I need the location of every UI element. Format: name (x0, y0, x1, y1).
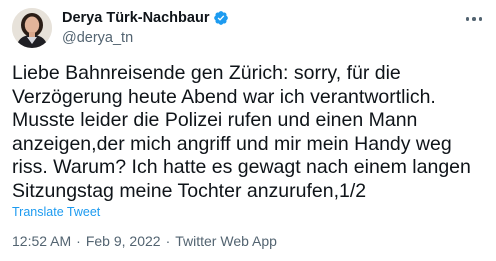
avatar-image (12, 8, 52, 48)
meta-separator: · (165, 233, 171, 249)
tweet-text-line: anzeigen,der mich angriff und mir mein H… (12, 132, 452, 155)
tweet-date[interactable]: Feb 9, 2022 (86, 233, 161, 249)
tweet: Derya Türk-Nachbaur @derya_tn Liebe Bahn… (0, 0, 496, 261)
avatar[interactable] (12, 8, 52, 48)
display-name[interactable]: Derya Türk-Nachbaur (62, 10, 209, 26)
more-options-icon[interactable] (462, 10, 486, 28)
tweet-metadata: 12:52 AM · Feb 9, 2022 · Twitter Web App (12, 233, 277, 249)
tweet-text-line: Sitzungstag meine Tochter anzurufen,1/2 (12, 179, 367, 202)
tweet-text: Liebe Bahnreisende gen Zürich: sorry, fü… (12, 62, 486, 204)
more-dot (472, 17, 476, 21)
verified-badge-icon (213, 10, 229, 26)
translate-tweet-link[interactable]: Translate Tweet (12, 205, 100, 219)
author-info: Derya Türk-Nachbaur @derya_tn (62, 9, 229, 46)
more-dot (465, 17, 470, 21)
name-row: Derya Türk-Nachbaur (62, 9, 229, 27)
tweet-text-line: Verzögerung heute Abend war ich verantwo… (12, 85, 436, 108)
tweet-text-line: Liebe Bahnreisende gen Zürich: sorry, fü… (12, 62, 401, 84)
tweet-text-line: riss. Warum? Ich hatte es gewagt nach ei… (12, 156, 471, 179)
tweet-text-line: Musste leider die Polizei rufen und eine… (12, 109, 418, 132)
tweet-time[interactable]: 12:52 AM (12, 233, 71, 249)
meta-separator: · (76, 233, 81, 249)
tweet-source[interactable]: Twitter Web App (175, 233, 277, 249)
more-dot (478, 17, 483, 21)
handle[interactable]: @derya_tn (62, 30, 229, 46)
